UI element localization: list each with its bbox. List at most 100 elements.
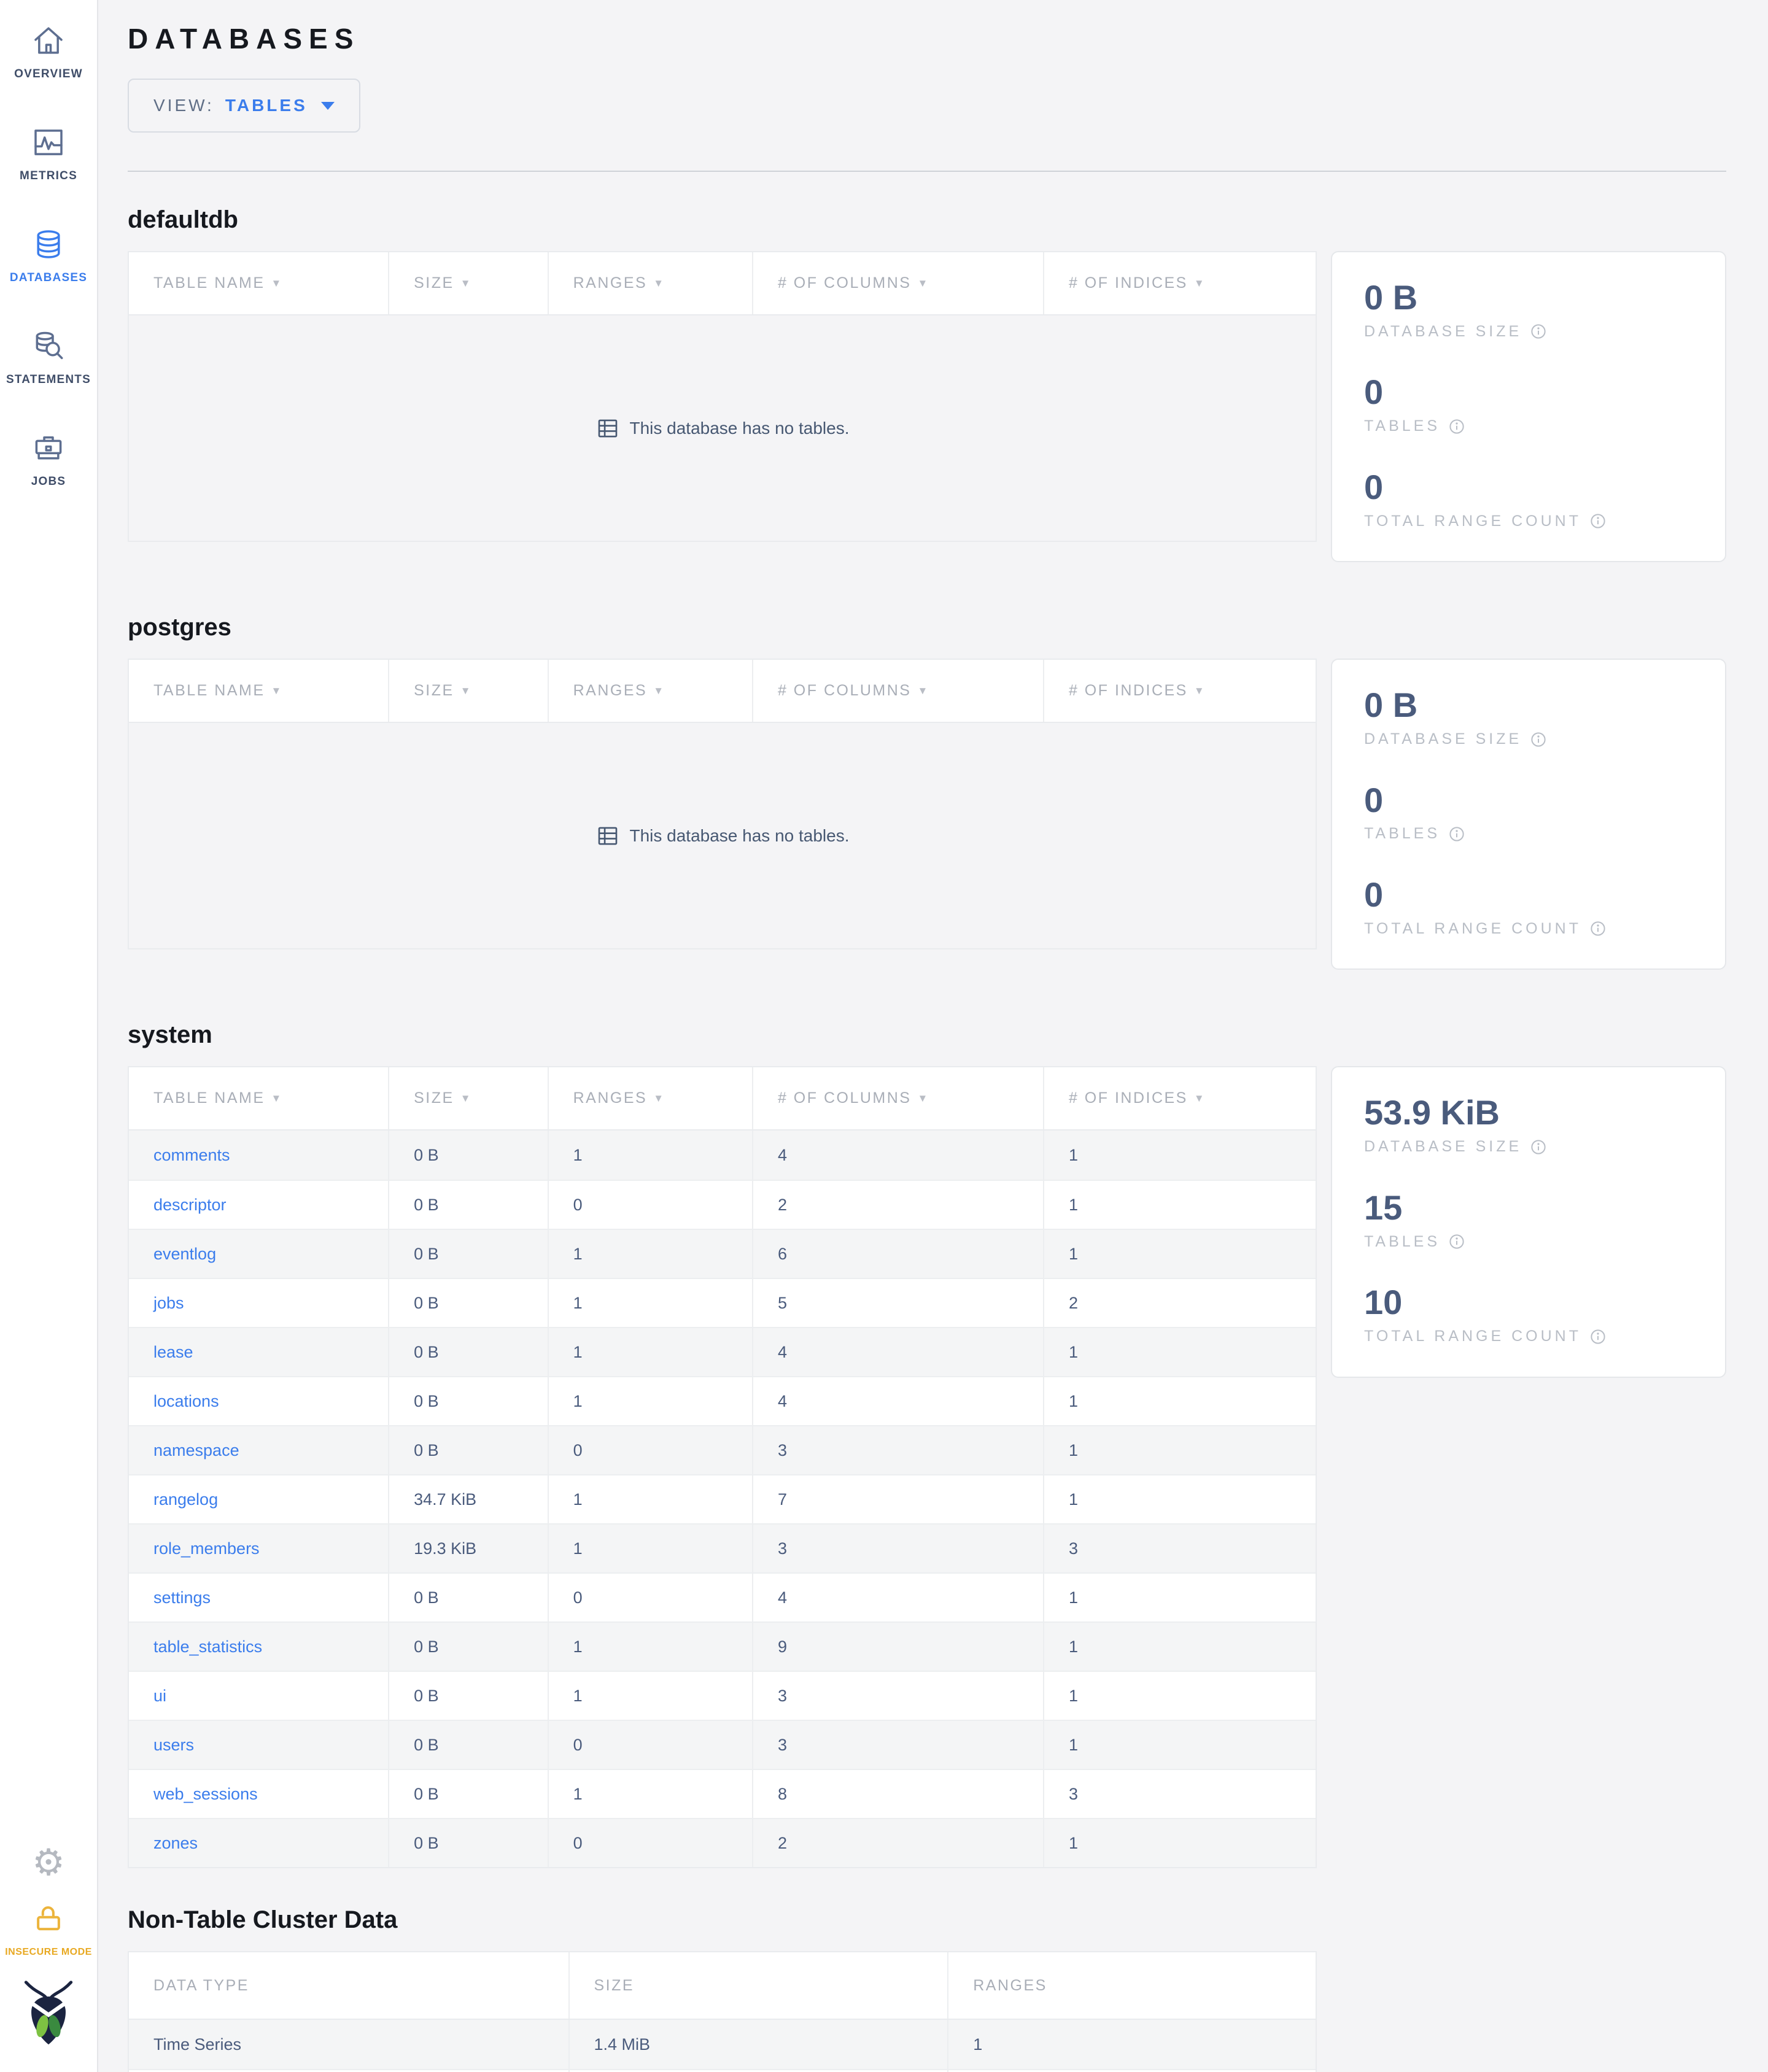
sort-header-table-name[interactable]: TABLE NAME ▼: [129, 660, 388, 722]
info-icon[interactable]: [1589, 919, 1607, 938]
sort-icon: ▼: [917, 277, 929, 289]
sort-header-table-name[interactable]: TABLE NAME ▼: [129, 252, 388, 314]
size-cell: 0 B: [388, 1328, 548, 1377]
range-count-value: 10: [1364, 1283, 1403, 1322]
table-grid-icon: [599, 827, 618, 845]
table-name-link[interactable]: rangelog: [153, 1490, 218, 1509]
table-name-link[interactable]: ui: [153, 1687, 166, 1706]
sort-header-indices[interactable]: # OF INDICES ▼: [1042, 1067, 1316, 1130]
app-root: OVERVIEW METRICS DATABASES STATEMENTS JO…: [0, 0, 1768, 2072]
sort-icon: ▼: [653, 277, 665, 289]
table-name-link[interactable]: zones: [153, 1834, 198, 1853]
columns-cell: 4: [751, 1131, 1043, 1180]
jobs-icon: [31, 431, 66, 465]
sort-icon: ▼: [1193, 1092, 1206, 1104]
size-cell: 0 B: [388, 1181, 548, 1229]
table-name-link[interactable]: namespace: [153, 1441, 239, 1460]
sidebar-item-overview[interactable]: OVERVIEW: [0, 23, 97, 81]
db-section-system: system TABLE NAME ▼ SIZE ▼ RANGES ▼ # OF CO…: [128, 1021, 1726, 1869]
info-icon[interactable]: [1589, 512, 1607, 530]
sidebar-item-statements[interactable]: STATEMENTS: [0, 329, 97, 387]
range-count-label: TOTAL RANGE COUNT: [1364, 919, 1582, 937]
sort-icon: ▼: [460, 277, 473, 289]
sort-header-ranges[interactable]: RANGES ▼: [547, 252, 752, 314]
info-icon[interactable]: [1529, 730, 1548, 749]
info-icon[interactable]: [1448, 417, 1466, 436]
indices-cell: 1: [1042, 1672, 1316, 1720]
sort-header-size[interactable]: SIZE ▼: [388, 252, 548, 314]
sidebar-item-jobs[interactable]: JOBS: [0, 431, 97, 489]
table-row: locations 0 B 1 4 1: [129, 1376, 1316, 1426]
sort-icon: ▼: [271, 684, 283, 697]
columns-cell: 3: [751, 1672, 1043, 1720]
sidebar-item-label: JOBS: [31, 475, 66, 488]
tables-count-label: TABLES: [1364, 417, 1441, 435]
columns-cell: 3: [751, 1525, 1043, 1573]
db-section-postgres: postgres TABLE NAME ▼ SIZE ▼ RANGES ▼ # OF …: [128, 614, 1726, 970]
table-row: web_sessions 0 B 1 8 3: [129, 1769, 1316, 1819]
size-cell: 19.3 KiB: [388, 1525, 548, 1573]
ranges-cell: 1: [547, 1672, 752, 1720]
view-dropdown[interactable]: VIEW: TABLES: [128, 79, 360, 133]
db-section-defaultdb: defaultdb TABLE NAME ▼ SIZE ▼ RANGES ▼ # OF…: [128, 206, 1726, 563]
database-size-label: DATABASE SIZE: [1364, 322, 1522, 340]
ranges-cell: 1: [947, 2020, 1316, 2070]
sort-header-table-name[interactable]: TABLE NAME ▼: [129, 1067, 388, 1129]
non-table-cluster-data-section: Non-Table Cluster Data DATA TYPE SIZE RA…: [128, 1906, 1726, 2072]
sort-header-ranges[interactable]: RANGES ▼: [547, 660, 752, 722]
ranges-cell: 1: [547, 1623, 752, 1671]
gear-icon[interactable]: ⚙: [32, 1844, 65, 1881]
info-icon[interactable]: [1589, 1328, 1607, 1346]
ranges-cell: 1: [547, 1328, 752, 1377]
insecure-mode-link[interactable]: INSECURE MODE: [2, 1902, 95, 1958]
sort-header-columns[interactable]: # OF COLUMNS ▼: [751, 1067, 1043, 1130]
table-name-link[interactable]: locations: [153, 1392, 219, 1411]
table-name-link[interactable]: users: [153, 1736, 194, 1755]
main-content: DATABASES VIEW: TABLES defaultdb TABLE N…: [98, 0, 1768, 2072]
size-cell: 0 B: [388, 1574, 548, 1622]
table-header-row: DATA TYPE SIZE RANGES: [129, 1952, 1316, 2020]
sort-header-size[interactable]: SIZE ▼: [388, 1067, 548, 1130]
info-icon[interactable]: [1448, 1232, 1466, 1251]
info-icon[interactable]: [1448, 825, 1466, 843]
columns-cell: 2: [751, 1819, 1043, 1868]
sort-header-size[interactable]: SIZE ▼: [388, 660, 548, 722]
empty-state: This database has no tables.: [129, 723, 1316, 949]
sort-header-columns[interactable]: # OF COLUMNS ▼: [751, 252, 1043, 314]
table-name-link[interactable]: eventlog: [153, 1245, 216, 1264]
range-count-value: 0: [1364, 875, 1384, 914]
ranges-cell: 1: [547, 1279, 752, 1328]
sort-header-indices[interactable]: # OF INDICES ▼: [1042, 660, 1316, 722]
empty-state-message: This database has no tables.: [629, 418, 850, 438]
sort-header-indices[interactable]: # OF INDICES ▼: [1042, 252, 1316, 314]
header-ranges: RANGES: [947, 1952, 1316, 2019]
table-name-link[interactable]: role_members: [153, 1539, 260, 1558]
sort-header-ranges[interactable]: RANGES ▼: [547, 1067, 752, 1130]
table-name-link[interactable]: table_statistics: [153, 1637, 262, 1656]
sidebar-item-metrics[interactable]: METRICS: [0, 125, 97, 183]
range-count-label: TOTAL RANGE COUNT: [1364, 1328, 1582, 1345]
table-name-link[interactable]: jobs: [153, 1294, 184, 1313]
chevron-down-icon: [320, 101, 335, 110]
table-name-link[interactable]: web_sessions: [153, 1785, 258, 1804]
table-row: namespace 0 B 0 3 1: [129, 1425, 1316, 1475]
columns-cell: 6: [751, 1230, 1043, 1278]
info-icon[interactable]: [1529, 1138, 1548, 1156]
empty-state-message: This database has no tables.: [629, 825, 850, 845]
size-cell: 0 B: [388, 1770, 548, 1819]
table-row: rangelog 34.7 KiB 1 7 1: [129, 1474, 1316, 1524]
unlock-icon: [32, 1902, 65, 1938]
table-name-link[interactable]: comments: [153, 1146, 230, 1165]
non-table-heading: Non-Table Cluster Data: [128, 1906, 398, 1934]
info-icon[interactable]: [1529, 322, 1548, 341]
sort-icon: ▼: [460, 684, 473, 697]
cockroachdb-logo-icon: [20, 1980, 77, 2046]
range-count-value: 0: [1364, 467, 1384, 506]
table-name-link[interactable]: lease: [153, 1343, 193, 1362]
sidebar-item-databases[interactable]: DATABASES: [0, 227, 97, 285]
table-name-link[interactable]: descriptor: [153, 1196, 227, 1215]
size-cell: 0 B: [388, 1230, 548, 1278]
ranges-cell: 1: [547, 1475, 752, 1524]
table-name-link[interactable]: settings: [153, 1588, 211, 1607]
sort-header-columns[interactable]: # OF COLUMNS ▼: [751, 660, 1043, 722]
